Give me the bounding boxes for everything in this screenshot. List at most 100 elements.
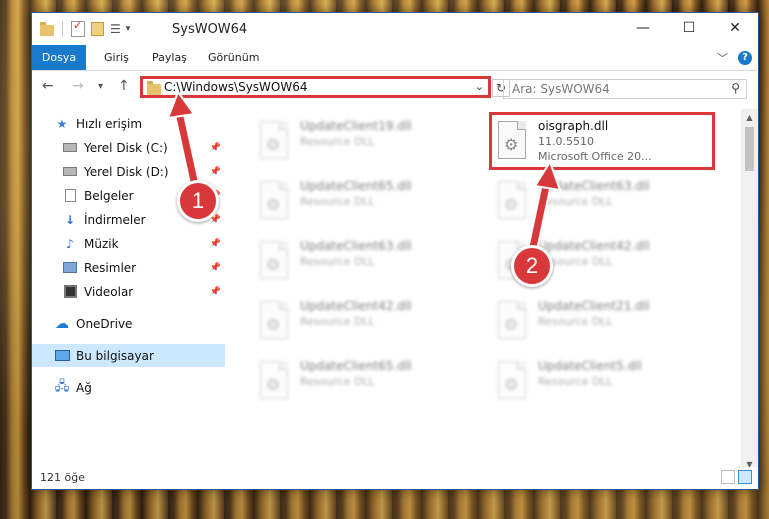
ribbon-right-controls: ﹀ ? bbox=[717, 50, 752, 66]
tab-home[interactable]: Giriş bbox=[104, 45, 129, 70]
sidebar-item-label: Ağ bbox=[76, 380, 92, 395]
file-name: UpdateClient42.dll bbox=[300, 299, 412, 313]
network-icon: 🖧 bbox=[54, 378, 70, 394]
dll-file-icon: ⚙ bbox=[254, 241, 292, 281]
file-description: Resource DLL bbox=[538, 315, 613, 328]
file-explorer-window: ☰ ▾ SysWOW64 — ☐ ✕ Dosya Giriş Paylaş Gö… bbox=[31, 12, 759, 490]
sidebar-item-videos[interactable]: Videolar 📌 bbox=[32, 280, 225, 303]
sidebar-item-label: Yerel Disk (D:) bbox=[84, 164, 169, 179]
pin-icon[interactable]: 📌 bbox=[210, 287, 221, 297]
search-icon[interactable]: ⚲ bbox=[731, 81, 740, 95]
navigation-bar: ← → ▾ ↑ C:\Windows\SysWOW64 ⌄ ↻ Ara: Sys… bbox=[32, 71, 758, 103]
up-icon[interactable]: ↑ bbox=[118, 78, 130, 94]
view-toggle bbox=[721, 470, 752, 484]
sidebar-item-label: Hızlı erişim bbox=[76, 116, 143, 131]
properties-icon[interactable] bbox=[71, 19, 85, 37]
tab-share[interactable]: Paylaş bbox=[152, 45, 187, 70]
sidebar-item-pictures[interactable]: Resimler 📌 bbox=[32, 256, 225, 279]
file-name: UpdateClient19.dll bbox=[300, 119, 412, 133]
sidebar-item-this-pc[interactable]: Bu bilgisayar bbox=[32, 344, 225, 367]
sidebar-item-label: OneDrive bbox=[76, 316, 133, 331]
sidebar-item-label: İndirmeler bbox=[84, 212, 146, 227]
tiles-view-icon[interactable] bbox=[738, 470, 752, 484]
pin-icon[interactable]: 📌 bbox=[210, 143, 221, 153]
dll-file-icon: ⚙ bbox=[254, 121, 292, 161]
folder-icon bbox=[40, 21, 54, 36]
step-badge-2: 2 bbox=[511, 245, 553, 287]
scroll-up-icon[interactable]: ▲ bbox=[741, 109, 758, 126]
sidebar-item-label: Yerel Disk (C:) bbox=[84, 140, 168, 155]
sidebar-item-local-disk-c[interactable]: Yerel Disk (C:) 📌 bbox=[32, 136, 225, 159]
dll-file-icon: ⚙ bbox=[254, 301, 292, 341]
new-folder-icon[interactable] bbox=[91, 22, 104, 36]
file-name: UpdateClient65.dll bbox=[300, 179, 412, 193]
maximize-button[interactable]: ☐ bbox=[666, 13, 712, 43]
sidebar-item-label: Videolar bbox=[84, 284, 134, 299]
view-options-icon[interactable]: ☰ bbox=[110, 22, 121, 36]
file-name: UpdateClient63.dll bbox=[300, 239, 412, 253]
pin-icon[interactable]: 📌 bbox=[210, 167, 221, 177]
disk-icon bbox=[62, 141, 78, 155]
sidebar-item-quick-access[interactable]: ★ Hızlı erişim bbox=[32, 112, 225, 135]
chevron-down-icon[interactable]: ⌄ bbox=[475, 80, 484, 93]
file-name: UpdateClient21.dll bbox=[538, 299, 650, 313]
folder-icon bbox=[147, 81, 161, 95]
status-bar: 121 öğe bbox=[32, 467, 758, 489]
dll-file-icon: ⚙ bbox=[254, 361, 292, 401]
tab-view[interactable]: Görünüm bbox=[208, 45, 259, 70]
address-text: C:\Windows\SysWOW64 bbox=[164, 80, 308, 94]
close-button[interactable]: ✕ bbox=[712, 13, 758, 43]
forward-icon[interactable]: → bbox=[72, 78, 84, 94]
list-item[interactable]: ⚙ UpdateClient19.dll Resource DLL bbox=[250, 117, 480, 169]
dll-file-icon: ⚙ bbox=[492, 301, 530, 341]
search-placeholder: Ara: SysWOW64 bbox=[512, 82, 610, 96]
disk-icon bbox=[62, 165, 78, 179]
file-description: Resource DLL bbox=[300, 135, 375, 148]
back-icon[interactable]: ← bbox=[42, 78, 54, 94]
pin-icon[interactable]: 📌 bbox=[210, 263, 221, 273]
list-item[interactable]: ⚙ UpdateClient5.dll Resource DLL bbox=[488, 357, 718, 409]
sidebar-item-onedrive[interactable]: ☁ OneDrive bbox=[32, 312, 225, 335]
sidebar-item-label: Belgeler bbox=[84, 188, 134, 203]
list-item[interactable]: ⚙ UpdateClient65.dll Resource DLL bbox=[250, 177, 480, 229]
minimize-button[interactable]: — bbox=[620, 13, 666, 43]
download-icon: ↓ bbox=[64, 212, 76, 227]
address-bar[interactable]: C:\Windows\SysWOW64 ⌄ bbox=[140, 76, 491, 98]
list-item[interactable]: ⚙ UpdateClient63.dll Resource DLL bbox=[250, 237, 480, 289]
file-name: UpdateClient5.dll bbox=[538, 359, 642, 373]
help-icon[interactable]: ? bbox=[738, 51, 752, 65]
list-item[interactable]: ⚙ UpdateClient42.dll Resource DLL bbox=[250, 297, 480, 349]
ribbon-tabs: Dosya Giriş Paylaş Görünüm ﹀ ? bbox=[32, 45, 758, 71]
chevron-down-icon[interactable]: ▾ bbox=[126, 24, 131, 34]
pin-icon[interactable]: 📌 bbox=[210, 239, 221, 249]
file-name: UpdateClient42.dll bbox=[538, 239, 650, 253]
file-description: Resource DLL bbox=[300, 375, 375, 388]
quick-access-toolbar: ☰ ▾ bbox=[40, 19, 131, 37]
tab-file[interactable]: Dosya bbox=[32, 45, 86, 70]
list-item[interactable]: ⚙ UpdateClient21.dll Resource DLL bbox=[488, 297, 718, 349]
sidebar-item-label: Resimler bbox=[84, 260, 137, 275]
recent-locations-icon[interactable]: ▾ bbox=[98, 81, 103, 92]
window-title: SysWOW64 bbox=[172, 22, 248, 37]
computer-icon bbox=[54, 349, 70, 363]
file-description: Resource DLL bbox=[300, 195, 375, 208]
selected-file-highlight bbox=[489, 112, 715, 170]
onedrive-icon: ☁ bbox=[55, 315, 69, 332]
search-input[interactable]: Ara: SysWOW64 ⚲ bbox=[503, 79, 747, 99]
videos-icon bbox=[62, 285, 78, 299]
file-description: Resource DLL bbox=[300, 315, 375, 328]
file-name: UpdateClient65.dll bbox=[300, 359, 412, 373]
sidebar-item-network[interactable]: 🖧 Ağ bbox=[32, 376, 225, 399]
expand-ribbon-icon[interactable]: ﹀ bbox=[717, 50, 728, 66]
sidebar-item-music[interactable]: ♪ Müzik 📌 bbox=[32, 232, 225, 255]
dll-file-icon: ⚙ bbox=[254, 181, 292, 221]
details-view-icon[interactable] bbox=[721, 470, 735, 484]
vertical-scrollbar[interactable]: ▲ ▼ bbox=[741, 109, 758, 473]
list-item[interactable]: ⚙ UpdateClient63.dll Resource DLL bbox=[488, 177, 718, 229]
navigation-pane: ★ Hızlı erişim Yerel Disk (C:) 📌 Yerel D… bbox=[32, 109, 225, 465]
list-item[interactable]: ⚙ UpdateClient65.dll Resource DLL bbox=[250, 357, 480, 409]
window-controls: — ☐ ✕ bbox=[620, 13, 758, 43]
title-bar: ☰ ▾ SysWOW64 — ☐ ✕ bbox=[32, 13, 758, 45]
scroll-thumb[interactable] bbox=[745, 127, 754, 171]
dll-file-icon: ⚙ bbox=[492, 361, 530, 401]
